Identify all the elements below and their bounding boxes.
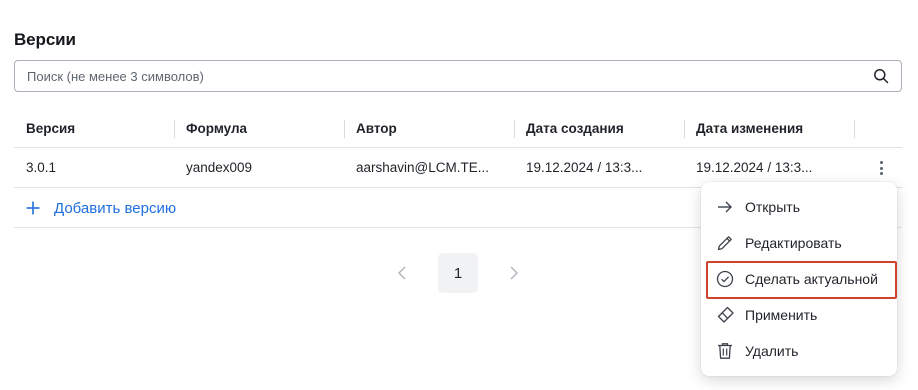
column-header-modified[interactable]: Дата изменения xyxy=(696,110,803,148)
cell-created: 19.12.2024 / 13:3... xyxy=(526,160,643,175)
column-divider xyxy=(514,120,515,138)
add-version-button[interactable]: Добавить версию xyxy=(26,188,176,228)
menu-item-delete[interactable]: Удалить xyxy=(701,333,897,369)
menu-item-apply[interactable]: Применить xyxy=(701,297,897,333)
menu-item-open[interactable]: Открыть xyxy=(701,189,897,225)
cell-formula: yandex009 xyxy=(186,160,253,175)
column-header-author[interactable]: Автор xyxy=(356,110,397,148)
prev-page-button[interactable] xyxy=(388,253,416,293)
column-divider xyxy=(854,120,855,138)
trash-icon xyxy=(718,343,732,359)
column-header-version[interactable]: Версия xyxy=(26,110,75,148)
arrow-right-icon xyxy=(718,201,732,213)
column-header-formula[interactable]: Формула xyxy=(186,110,247,148)
check-circle-icon xyxy=(716,270,734,288)
table-header: Версия Формула Автор Дата создания Дата … xyxy=(14,110,902,148)
cell-version: 3.0.1 xyxy=(26,160,57,175)
column-divider xyxy=(344,120,345,138)
search-box[interactable] xyxy=(14,60,902,92)
search-input[interactable] xyxy=(15,61,855,91)
page-title: Версии xyxy=(14,30,76,49)
chevron-right-icon xyxy=(510,266,519,280)
column-divider xyxy=(684,120,685,138)
add-version-label: Добавить версию xyxy=(54,199,177,217)
pagination: 1 xyxy=(388,253,528,293)
column-divider xyxy=(174,120,175,138)
column-header-created[interactable]: Дата создания xyxy=(526,110,624,148)
search-icon[interactable] xyxy=(873,68,889,84)
menu-item-label: Сделать актуальной xyxy=(745,271,878,287)
plus-icon xyxy=(26,201,40,215)
pencil-icon xyxy=(717,236,732,251)
menu-item-label: Применить xyxy=(745,307,818,323)
eraser-icon xyxy=(717,306,734,323)
row-context-menu: Открыть Редактировать Сделать актуальной… xyxy=(701,182,897,376)
menu-item-edit[interactable]: Редактировать xyxy=(701,225,897,261)
page-number-button[interactable]: 1 xyxy=(438,253,478,293)
row-actions-kebab-icon[interactable] xyxy=(874,159,888,177)
chevron-left-icon xyxy=(397,266,406,280)
cell-author: aarshavin@LCM.TE... xyxy=(356,160,489,175)
menu-item-label: Редактировать xyxy=(745,235,842,251)
next-page-button[interactable] xyxy=(500,253,528,293)
menu-item-make-current[interactable]: Сделать актуальной xyxy=(701,261,897,299)
menu-item-label: Открыть xyxy=(745,199,800,215)
menu-item-label: Удалить xyxy=(745,343,799,359)
